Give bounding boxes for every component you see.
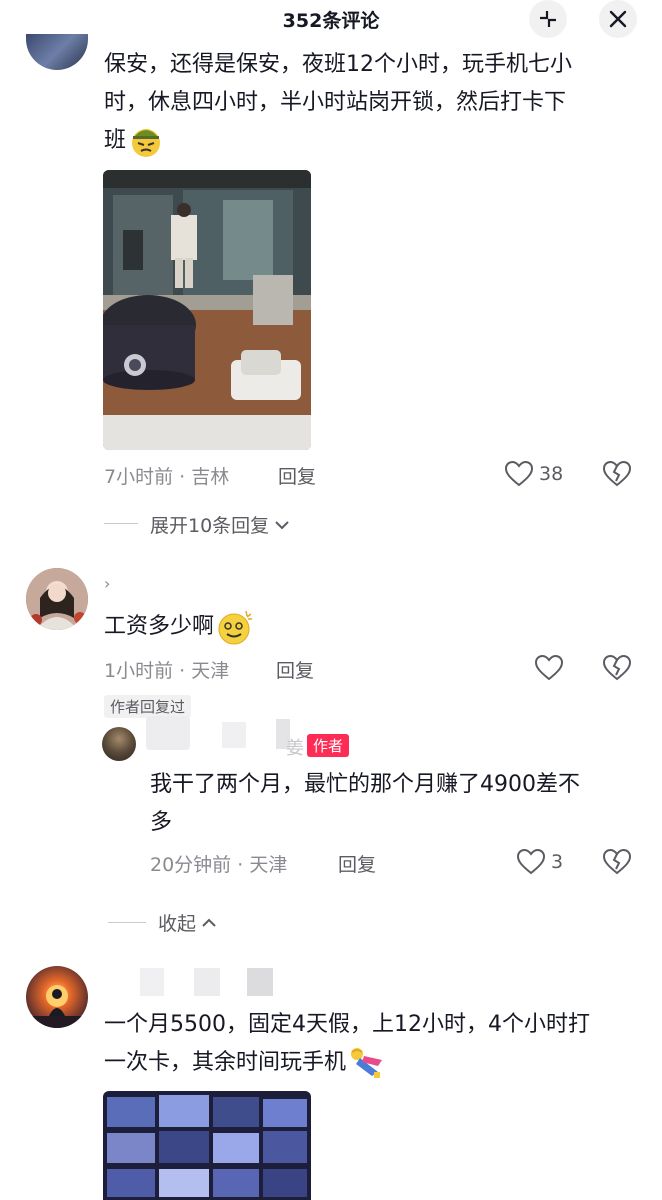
comment-photo[interactable]	[103, 1091, 311, 1200]
comment-text: 工资多少啊	[104, 608, 254, 646]
reply-button[interactable]: 回复	[338, 850, 376, 877]
annoyed-emoji-icon	[132, 129, 161, 157]
username-fragment[interactable]: 姜	[286, 734, 304, 760]
close-icon	[609, 10, 627, 28]
close-button[interactable]	[599, 0, 637, 38]
dizzy-smile-emoji-icon	[218, 610, 253, 645]
comment-text: 一个月5500，固定4天假，上12小时，4个小时打 一次卡，其余时间玩手机	[104, 1006, 644, 1082]
reply-text: 我干了两个月，最忙的那个月赚了4900差不 多	[150, 772, 580, 835]
broken-heart-icon	[602, 848, 632, 875]
like-count: 3	[551, 851, 564, 873]
like-count: 38	[539, 463, 564, 485]
avatar[interactable]	[26, 966, 88, 1028]
heart-icon	[517, 849, 545, 875]
username-blurred	[140, 968, 164, 996]
username-blurred[interactable]: ›	[104, 574, 110, 593]
comment-text: 保安，还得是保安，夜班12个小时，玩手机七小 时，休息四小时，半小时站岗开锁，然…	[104, 46, 634, 160]
expand-replies-button[interactable]: 展开10条回复	[150, 511, 291, 538]
security-desk-photo	[103, 170, 311, 450]
reply-button[interactable]: 回复	[276, 656, 314, 683]
username-blurred	[222, 722, 246, 748]
broken-heart-icon	[602, 460, 632, 487]
dislike-button[interactable]	[602, 654, 632, 685]
like-button[interactable]: 38	[505, 461, 563, 487]
lying-down-emoji-icon	[351, 1048, 383, 1078]
minimize-button[interactable]	[529, 0, 567, 38]
broken-heart-icon	[602, 654, 632, 681]
avatar[interactable]	[102, 727, 136, 761]
dislike-button[interactable]	[602, 460, 632, 491]
chevron-down-icon	[275, 520, 289, 529]
avatar-image	[26, 568, 88, 630]
comment-meta: 1小时前 · 天津	[104, 660, 230, 682]
comment-photo[interactable]	[103, 170, 311, 450]
collapse-icon	[540, 11, 556, 27]
comment-meta: 7小时前 · 吉林	[104, 466, 230, 488]
dislike-button[interactable]	[602, 848, 632, 879]
author-replied-badge: 作者回复过	[104, 695, 192, 718]
heart-icon	[534, 654, 564, 681]
reply-button[interactable]: 回复	[278, 462, 316, 489]
monitor-wall-photo	[103, 1091, 311, 1200]
username-blurred	[247, 968, 273, 996]
collapse-replies-button[interactable]: 收起	[158, 909, 218, 936]
avatar[interactable]	[26, 34, 88, 70]
author-badge: 作者	[307, 734, 350, 757]
divider	[104, 523, 138, 524]
username-blurred	[146, 716, 190, 750]
username-blurred	[194, 968, 220, 996]
heart-icon	[505, 461, 533, 487]
divider	[108, 922, 146, 923]
like-button[interactable]	[534, 654, 564, 685]
like-button[interactable]: 3	[517, 849, 563, 875]
reply-meta: 20分钟前 · 天津	[150, 854, 288, 876]
avatar-image	[26, 966, 88, 1028]
avatar[interactable]	[26, 568, 88, 630]
chevron-up-icon	[202, 918, 216, 927]
